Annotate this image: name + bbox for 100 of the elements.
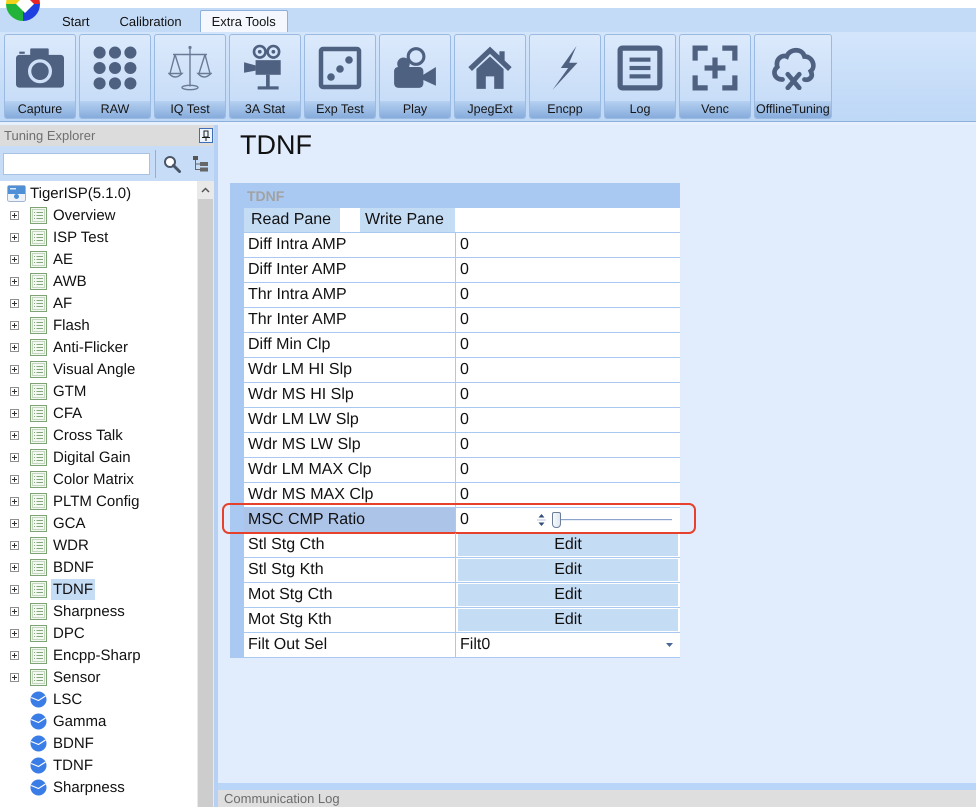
- value-field[interactable]: 0: [456, 458, 680, 482]
- expand-icon[interactable]: [10, 342, 19, 352]
- list-document-icon: [30, 294, 47, 312]
- value-field[interactable]: 0: [456, 333, 680, 357]
- expand-icon[interactable]: [10, 210, 19, 220]
- toolbar-button[interactable]: Exp Test: [304, 34, 376, 119]
- caret-icon[interactable]: [666, 643, 673, 647]
- value-field[interactable]: 0: [456, 233, 680, 257]
- expand-icon[interactable]: [10, 408, 19, 418]
- tree-item[interactable]: ISP Test: [51, 226, 110, 248]
- toolbar-button[interactable]: IQ Test: [154, 34, 226, 119]
- tree-item[interactable]: Color Matrix: [51, 468, 136, 490]
- dropdown[interactable]: Filt0: [456, 633, 680, 657]
- tree-item[interactable]: PLTM Config: [51, 490, 142, 512]
- list-document-icon: [30, 536, 47, 554]
- toolbar-button[interactable]: Capture: [4, 34, 76, 119]
- spin-field[interactable]: 0: [456, 508, 548, 532]
- tree-item[interactable]: TDNF: [51, 578, 95, 600]
- slider-thumb[interactable]: [552, 512, 561, 528]
- property-name: Wdr LM LW Slp: [244, 408, 456, 432]
- expand-icon[interactable]: [10, 628, 19, 638]
- tree-item[interactable]: Flash: [51, 314, 92, 336]
- tree-item[interactable]: AF: [51, 292, 74, 314]
- expand-icon[interactable]: [10, 584, 19, 594]
- tree-item[interactable]: Sharpness: [51, 600, 127, 622]
- camera-icon: [16, 48, 64, 88]
- tree-item[interactable]: Visual Angle: [51, 358, 138, 380]
- expand-icon[interactable]: [10, 606, 19, 616]
- tree-item[interactable]: Gamma: [51, 710, 108, 732]
- toolbar-button[interactable]: Play: [379, 34, 451, 119]
- tree-item[interactable]: Overview: [51, 204, 118, 226]
- tree-item[interactable]: AE: [51, 248, 76, 270]
- tree-item[interactable]: GCA: [51, 512, 88, 534]
- list-document-icon: [30, 382, 47, 400]
- spinner-arrows-icon[interactable]: [537, 513, 546, 527]
- ribbon-tab[interactable]: Calibration: [107, 10, 194, 32]
- pie-chart-icon: [30, 690, 47, 708]
- expand-icon[interactable]: [10, 452, 19, 462]
- property-name: Wdr MS HI Slp: [244, 383, 456, 407]
- expand-icon[interactable]: [10, 474, 19, 484]
- edit-button[interactable]: Edit: [458, 609, 678, 631]
- pane-button[interactable]: Read Pane: [244, 208, 340, 232]
- toolbar-button[interactable]: RAW: [79, 34, 151, 119]
- value-field[interactable]: 0: [456, 408, 680, 432]
- tree-item[interactable]: Digital Gain: [51, 446, 133, 468]
- ribbon-tab[interactable]: Start: [50, 10, 102, 32]
- pane-button[interactable]: Write Pane: [360, 208, 455, 232]
- value-field[interactable]: 0: [456, 483, 680, 507]
- expand-icon[interactable]: [10, 276, 19, 286]
- search-icon[interactable]: [163, 154, 181, 172]
- tree-item[interactable]: BDNF: [51, 732, 96, 754]
- tree-item[interactable]: Sharpness: [51, 776, 127, 798]
- expand-icon[interactable]: [10, 298, 19, 308]
- expand-icon[interactable]: [10, 518, 19, 528]
- tree-item[interactable]: Anti-Flicker: [51, 336, 130, 358]
- toolbar-button[interactable]: Venc: [679, 34, 751, 119]
- expand-icon[interactable]: [10, 254, 19, 264]
- edit-button[interactable]: Edit: [458, 534, 678, 556]
- tree-item[interactable]: CFA: [51, 402, 84, 424]
- value-field[interactable]: 0: [456, 358, 680, 382]
- value-field[interactable]: 0: [456, 283, 680, 307]
- tree-item[interactable]: Encpp-Sharp: [51, 644, 143, 666]
- expand-icon[interactable]: [10, 562, 19, 572]
- ribbon-tab[interactable]: Extra Tools: [200, 10, 288, 32]
- expand-icon[interactable]: [10, 430, 19, 440]
- tree-item[interactable]: TDNF: [51, 754, 95, 776]
- tree-item[interactable]: WDR: [51, 534, 91, 556]
- tree-item[interactable]: LSC: [51, 688, 84, 710]
- tree-item[interactable]: BDNF: [51, 556, 96, 578]
- tree-item[interactable]: AWB: [51, 270, 89, 292]
- expand-icon[interactable]: [10, 540, 19, 550]
- log-panel-title: Communication Log: [224, 790, 340, 807]
- value-field[interactable]: 0: [456, 258, 680, 282]
- hierarchy-icon[interactable]: [192, 155, 209, 172]
- tree-item[interactable]: Sensor: [51, 666, 103, 688]
- toolbar-button[interactable]: Log: [604, 34, 676, 119]
- expand-icon[interactable]: [10, 496, 19, 506]
- list-icon: [617, 45, 663, 91]
- toolbar-button[interactable]: Encpp: [529, 34, 601, 119]
- expand-icon[interactable]: [10, 320, 19, 330]
- value-field[interactable]: 0: [456, 433, 680, 457]
- tree-item[interactable]: GTM: [51, 380, 88, 402]
- expand-icon[interactable]: [10, 672, 19, 682]
- expand-icon[interactable]: [10, 650, 19, 660]
- value-field[interactable]: 0: [456, 308, 680, 332]
- list-document-icon: [30, 624, 47, 642]
- value-field[interactable]: 0: [456, 383, 680, 407]
- expand-icon[interactable]: [10, 232, 19, 242]
- pin-icon[interactable]: [199, 128, 213, 143]
- tree-item[interactable]: DPC: [51, 622, 87, 644]
- toolbar-button[interactable]: JpegExt: [454, 34, 526, 119]
- tree-item[interactable]: Cross Talk: [51, 424, 125, 446]
- toolbar-button[interactable]: 3A Stat: [229, 34, 301, 119]
- toolbar-button[interactable]: OfflineTuning: [754, 34, 832, 119]
- edit-button[interactable]: Edit: [458, 584, 678, 606]
- search-field[interactable]: [3, 152, 150, 174]
- edit-button[interactable]: Edit: [458, 559, 678, 581]
- expand-icon[interactable]: [10, 386, 19, 396]
- expand-icon[interactable]: [10, 364, 19, 374]
- tree-root-item[interactable]: TigerISP(5.1.0): [30, 184, 132, 202]
